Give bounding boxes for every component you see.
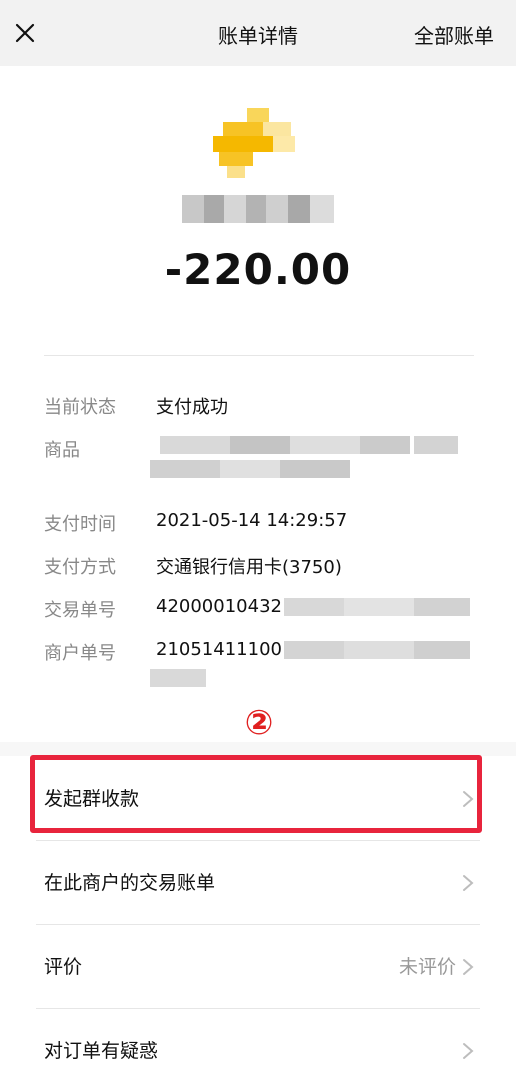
all-bills-link[interactable]: 全部账单 — [414, 20, 494, 49]
group-collect-item[interactable]: 发起群收款 — [0, 756, 516, 840]
step-marker: ② — [244, 703, 274, 743]
merchant-bills-item[interactable]: 在此商户的交易账单 — [0, 840, 516, 924]
list-item-label: 评价 — [44, 956, 83, 978]
detail-label: 支付方式 — [44, 557, 116, 578]
order-question-item[interactable]: 对订单有疑惑 — [0, 1008, 516, 1092]
chevron-right-icon — [462, 790, 474, 808]
detail-value: 2021-05-14 14:29:57 — [156, 510, 348, 531]
list-item-label: 发起群收款 — [44, 788, 140, 810]
review-status: 未评价 — [398, 956, 456, 978]
detail-value: 42000010432 — [156, 596, 282, 617]
review-item[interactable]: 评价 未评价 — [0, 924, 516, 1008]
detail-label: 支付时间 — [44, 514, 116, 535]
section-gap — [0, 742, 516, 756]
detail-label: 商品 — [44, 440, 80, 461]
merchant-logo — [213, 108, 299, 178]
detail-value: 21051411100 — [156, 639, 282, 660]
detail-value: 支付成功 — [156, 397, 228, 418]
detail-row-product: 商品 — [44, 436, 484, 496]
transaction-amount: -220.00 — [164, 245, 352, 294]
divider — [44, 355, 474, 356]
list-item-label: 在此商户的交易账单 — [44, 872, 216, 894]
detail-label: 交易单号 — [44, 600, 116, 621]
chevron-right-icon — [462, 1042, 474, 1060]
merchant-name-blurred — [182, 195, 334, 223]
chevron-right-icon — [462, 958, 474, 976]
detail-row-merchant-no: 商户单号 21051411100 — [44, 639, 484, 689]
detail-label: 商户单号 — [44, 643, 116, 664]
detail-value: 交通银行信用卡(3750) — [156, 557, 342, 578]
top-bar: 账单详情 全部账单 — [0, 0, 516, 66]
chevron-right-icon — [462, 874, 474, 892]
list-item-label: 对订单有疑惑 — [44, 1040, 159, 1062]
detail-label: 当前状态 — [44, 397, 116, 418]
